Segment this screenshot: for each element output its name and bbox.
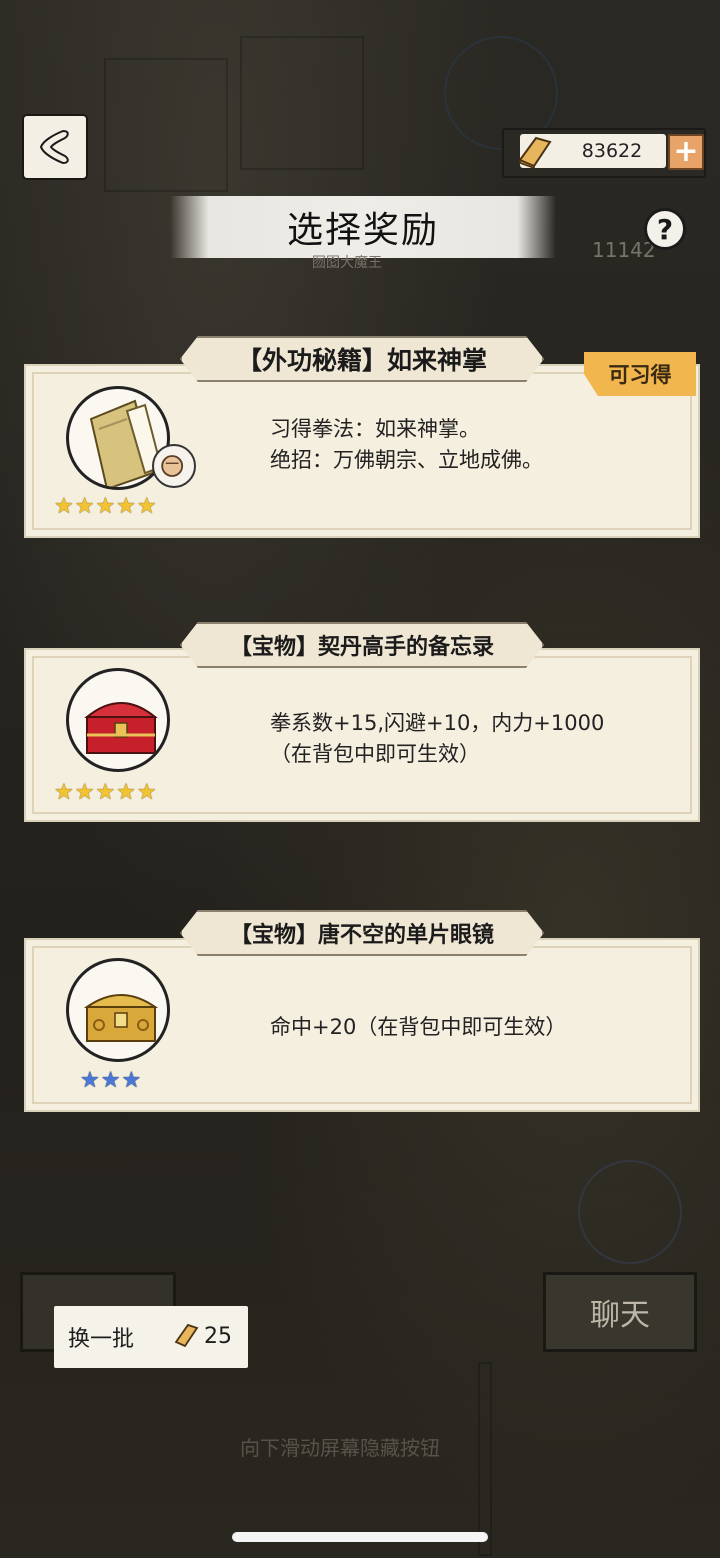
- gold-ingot-icon: [518, 136, 552, 170]
- bg-stall-left: [104, 58, 228, 192]
- reward-desc-3: 命中+20（在背包中即可生效）: [270, 1012, 566, 1043]
- reward-tag-3: 【宝物】唐不空的单片眼镜: [180, 910, 544, 956]
- page-title-banner: 选择奖励: [170, 196, 556, 258]
- back-arrow-icon: [39, 129, 69, 165]
- question-mark-icon: ?: [656, 212, 674, 246]
- bg-stall-right: [240, 36, 364, 170]
- reward-desc-2-line-2: （在背包中即可生效）: [270, 742, 480, 766]
- page-title: 选择奖励: [286, 210, 439, 251]
- reward-title-1: 【外功秘籍】如来神掌: [236, 346, 487, 375]
- reward-desc-1-line-2: 绝招：万佛朝宗、立地成佛。: [270, 448, 543, 472]
- reward-desc-1-line-1: 习得拳法：如来神掌。: [270, 417, 480, 441]
- reward-desc-3-line-1: 命中+20（在背包中即可生效）: [270, 1015, 567, 1039]
- reward-title-2: 【宝物】契丹高手的备忘录: [229, 635, 494, 660]
- plus-icon: +: [673, 134, 699, 169]
- fist-icon: [152, 444, 196, 488]
- reward-tag-1: 【外功秘籍】如来神掌: [180, 336, 544, 382]
- home-indicator[interactable]: [232, 1532, 488, 1542]
- background-player-name: 囫囵大魔王: [312, 255, 382, 271]
- reward-icon-2: [66, 668, 170, 772]
- currency-value: 83622: [581, 140, 643, 162]
- reward-desc-1: 习得拳法：如来神掌。 绝招：万佛朝宗、立地成佛。: [270, 414, 543, 476]
- reward-desc-2-line-1: 拳系数+15,闪避+10，内力+1000: [270, 711, 605, 735]
- reward-icon-3: [66, 958, 170, 1062]
- reward-stars-3: ★★★: [80, 1068, 143, 1093]
- help-button[interactable]: ?: [644, 208, 686, 250]
- refresh-cost: 25: [204, 1324, 232, 1349]
- chat-button-label: 聊天: [590, 1298, 650, 1333]
- reward-stars-1: ★★★★★: [54, 494, 158, 519]
- learnable-badge: 可习得: [584, 352, 696, 396]
- background-currency-value: 11142: [592, 238, 656, 262]
- reward-stars-2: ★★★★★: [54, 780, 158, 805]
- reward-desc-2: 拳系数+15,闪避+10，内力+1000 （在背包中即可生效）: [270, 708, 604, 770]
- learnable-badge-label: 可习得: [608, 363, 672, 387]
- chat-button[interactable]: 聊天: [543, 1272, 697, 1352]
- bg-lantern-pole: [478, 1362, 492, 1556]
- bg-run-circle: [578, 1160, 682, 1264]
- hide-buttons-hint: 向下滑动屏幕隐藏按钮: [240, 1436, 440, 1460]
- add-currency-button[interactable]: +: [668, 134, 704, 170]
- reward-title-3: 【宝物】唐不空的单片眼镜: [229, 923, 494, 948]
- back-button[interactable]: [24, 116, 86, 178]
- reward-tag-2: 【宝物】契丹高手的备忘录: [180, 622, 544, 668]
- refresh-button-label: 换一批: [68, 1327, 135, 1352]
- gold-ingot-small-icon: [174, 1323, 199, 1348]
